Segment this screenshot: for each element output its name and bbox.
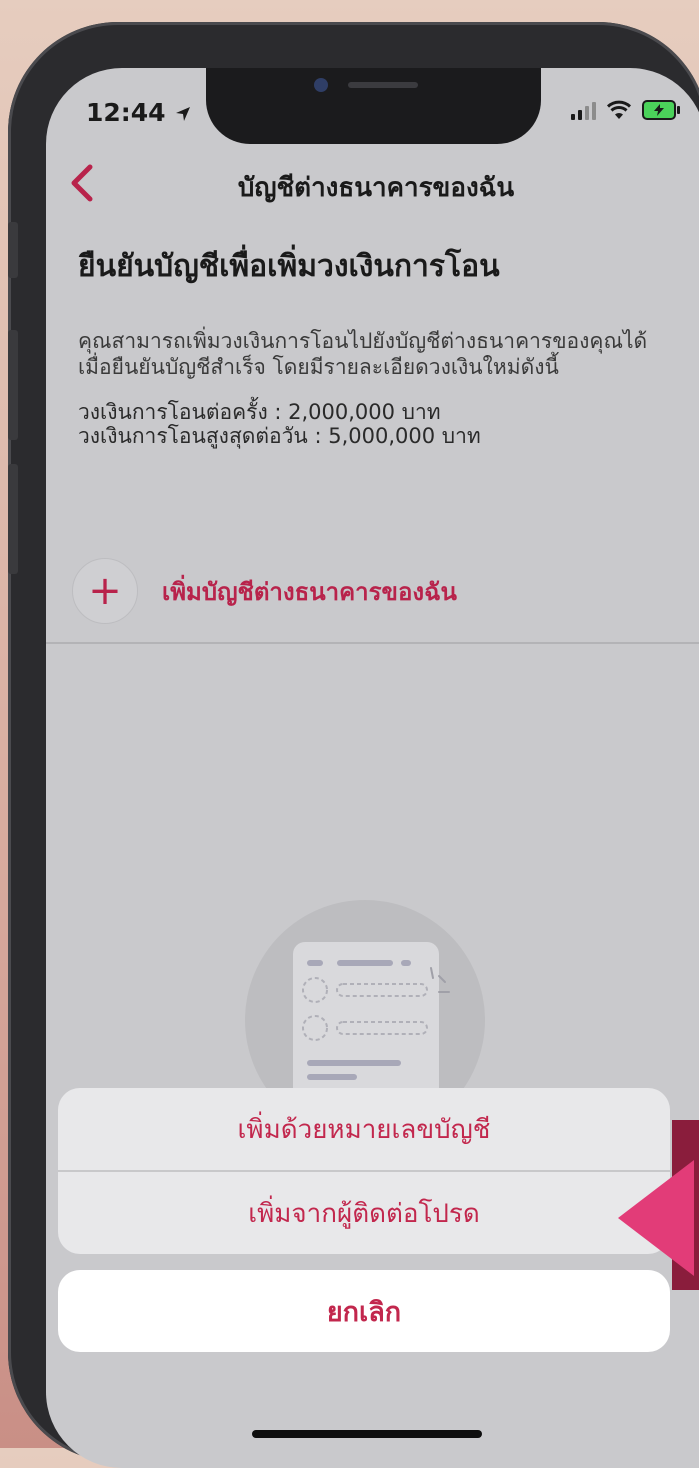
status-indicators — [571, 100, 680, 120]
notch — [206, 68, 541, 144]
volume-up-button — [8, 330, 18, 440]
section-heading: ยืนยันบัญชีเพื่อเพิ่มวงเงินการโอน — [78, 249, 500, 284]
add-from-favorites-option[interactable]: เพิ่มจากผู้ติดต่อโปรด — [58, 1172, 670, 1254]
limit-per-day: วงเงินการโอนสูงสุดต่อวัน : 5,000,000 บาท — [78, 424, 481, 448]
location-arrow-icon — [176, 107, 191, 121]
navigation-bar: บัญชีต่างธนาคารของฉัน — [46, 163, 699, 203]
time-text: 12:44 — [86, 98, 166, 127]
add-account-row[interactable]: + เพิ่มบัญชีต่างธนาคารของฉัน — [72, 558, 457, 624]
status-time: 12:44 — [86, 98, 192, 127]
verify-info-section: ยืนยันบัญชีเพื่อเพิ่มวงเงินการโอน คุณสาม… — [78, 243, 678, 448]
page-title: บัญชีต่างธนาคารของฉัน — [237, 173, 515, 203]
phone-frame: 12:44 บัญชีต่างธนาคารของฉัน ยืนยันบัญชีเ… — [8, 22, 699, 1468]
limit-per-transfer: วงเงินการโอนต่อครั้ง : 2,000,000 บาท — [78, 400, 441, 424]
pointer-arrow-icon — [618, 1160, 694, 1276]
speaker-grille — [348, 82, 418, 88]
volume-down-button — [8, 464, 18, 574]
add-by-account-number-option[interactable]: เพิ่มด้วยหมายเลขบัญชี — [58, 1088, 670, 1170]
front-camera — [314, 78, 328, 92]
battery-charging-icon — [642, 100, 680, 120]
screen: 12:44 บัญชีต่างธนาคารของฉัน ยืนยันบัญชีเ… — [46, 68, 699, 1468]
home-indicator — [252, 1430, 482, 1438]
plus-icon[interactable]: + — [72, 558, 138, 624]
cancel-button[interactable]: ยกเลิก — [58, 1270, 670, 1352]
action-sheet-options: เพิ่มด้วยหมายเลขบัญชี เพิ่มจากผู้ติดต่อโ… — [58, 1088, 670, 1254]
add-account-label[interactable]: เพิ่มบัญชีต่างธนาคารของฉัน — [162, 572, 457, 611]
divider — [46, 642, 699, 644]
wifi-icon — [606, 100, 632, 119]
cellular-signal-icon — [571, 102, 596, 120]
section-description: คุณสามารถเพิ่มวงเงินการโอนไปยังบัญชีต่าง… — [78, 329, 648, 379]
mute-switch — [8, 222, 18, 278]
